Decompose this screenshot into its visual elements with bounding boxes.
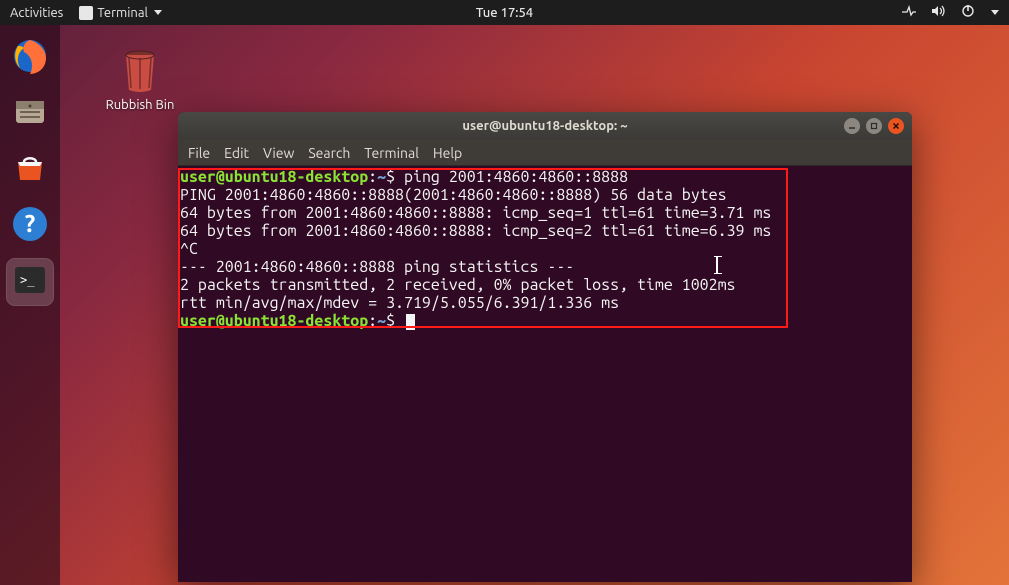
- window-minimize-button[interactable]: [844, 118, 860, 134]
- menu-search[interactable]: Search: [308, 145, 350, 161]
- trash-label: Rubbish Bin: [100, 98, 180, 112]
- menu-file[interactable]: File: [188, 145, 210, 161]
- trash-icon: [117, 46, 163, 96]
- files-icon: [10, 92, 50, 136]
- dock: ? >_: [0, 25, 60, 585]
- software-icon: [10, 148, 50, 192]
- help-icon: ?: [10, 204, 50, 248]
- dock-item-firefox[interactable]: [7, 35, 53, 81]
- window-maximize-button[interactable]: [866, 118, 882, 134]
- terminal-content[interactable]: user@ubuntu18-desktop:~$ ping 2001:4860:…: [178, 168, 912, 330]
- terminal-window: user@ubuntu18-desktop: ~ File Edit View …: [178, 112, 912, 582]
- firefox-icon: [10, 36, 50, 80]
- terminal-titlebar[interactable]: user@ubuntu18-desktop: ~: [178, 112, 912, 140]
- text-cursor-icon: [716, 256, 718, 274]
- menu-view[interactable]: View: [263, 145, 294, 161]
- app-menu-label: Terminal: [97, 6, 148, 20]
- svg-text:>_: >_: [20, 273, 35, 287]
- dock-item-help[interactable]: ?: [7, 203, 53, 249]
- terminal-body[interactable]: user@ubuntu18-desktop:~$ ping 2001:4860:…: [178, 166, 912, 582]
- network-icon[interactable]: [901, 4, 917, 21]
- top-panel: Activities Terminal Tue 17:54: [0, 0, 1009, 25]
- window-title: user@ubuntu18-desktop: ~: [462, 119, 627, 133]
- window-close-button[interactable]: [888, 118, 904, 134]
- dock-item-software[interactable]: [7, 147, 53, 193]
- power-icon[interactable]: [961, 4, 975, 21]
- terminal-app-icon: >_: [10, 260, 50, 304]
- chevron-down-icon: [154, 10, 162, 15]
- menu-help[interactable]: Help: [433, 145, 462, 161]
- menu-edit[interactable]: Edit: [224, 145, 249, 161]
- activities-button[interactable]: Activities: [10, 6, 63, 20]
- clock[interactable]: Tue 17:54: [476, 6, 533, 20]
- dock-item-files[interactable]: [7, 91, 53, 137]
- terminal-menubar: File Edit View Search Terminal Help: [178, 140, 912, 166]
- system-menu-chevron-icon[interactable]: [991, 10, 999, 15]
- app-menu[interactable]: Terminal: [79, 6, 162, 20]
- menu-terminal[interactable]: Terminal: [364, 145, 419, 161]
- dock-item-terminal[interactable]: >_: [7, 259, 53, 305]
- desktop-trash[interactable]: Rubbish Bin: [100, 46, 180, 112]
- svg-text:?: ?: [25, 210, 36, 237]
- sound-icon[interactable]: [931, 4, 947, 21]
- terminal-icon: [79, 6, 93, 20]
